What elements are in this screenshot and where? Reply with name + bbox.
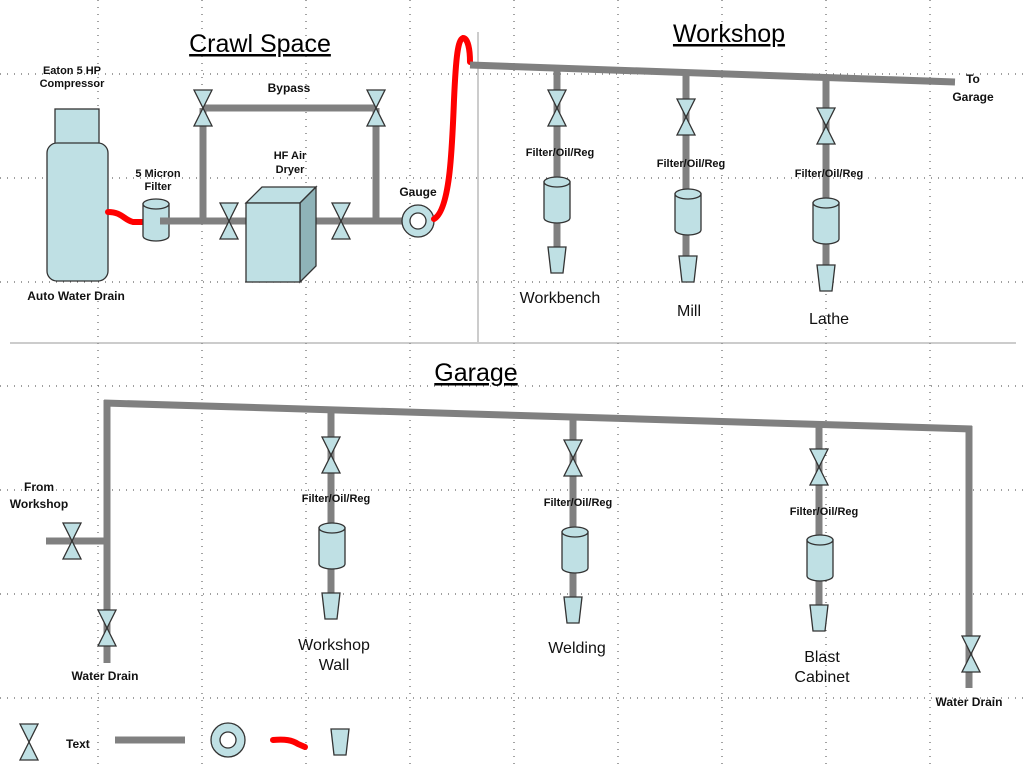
legend-text-sample: Text <box>66 737 90 751</box>
garage-drop: Filter/Oil/Reg Blast Cabinet <box>790 424 858 686</box>
filter-label: 5 Micron <box>135 168 181 180</box>
legend-hose <box>270 736 308 750</box>
workshop-drop: Filter/Oil/Reg Mill <box>657 74 725 320</box>
legend-outlet-icon <box>330 728 350 756</box>
outlet-icon[interactable] <box>547 246 567 274</box>
from-workshop-label-2: Workshop <box>10 497 68 511</box>
filter-regulator-icon <box>318 522 346 570</box>
crawl-space-section: Crawl Space Eaton 5 HP Compressor Auto W… <box>27 30 473 303</box>
legend-gauge-icon <box>210 722 246 758</box>
air-dryer-icon <box>244 185 318 284</box>
from-workshop-label: From <box>24 480 54 494</box>
to-garage-label-2: Garage <box>952 90 994 104</box>
workshop-section: Workshop To Garage Filter/Oil/Reg Workbe… <box>469 20 994 328</box>
bypass-label: Bypass <box>268 81 311 95</box>
garage-section: Garage From Workshop Water Drain Water D… <box>10 359 1003 709</box>
fr-label: Filter/Oil/Reg <box>526 147 594 159</box>
station-label-2: Wall <box>319 657 350 674</box>
garage-drop: Filter/Oil/Reg Workshop Wall <box>298 410 370 674</box>
station-label: Blast <box>804 649 840 666</box>
compressor-icon <box>46 108 109 282</box>
filter-regulator-icon <box>543 176 571 224</box>
water-drain-left-label: Water Drain <box>72 669 139 683</box>
compressor-label-2: Compressor <box>40 78 106 90</box>
filter-regulator-icon <box>674 188 702 236</box>
station-label-2: Cabinet <box>794 669 850 686</box>
crawl-space-title: Crawl Space <box>189 30 331 58</box>
filter-regulator-icon <box>812 197 840 245</box>
outlet-icon[interactable] <box>678 255 698 283</box>
auto-water-drain-label: Auto Water Drain <box>27 289 125 303</box>
water-drain-right-label: Water Drain <box>936 695 1003 709</box>
filter-regulator-icon <box>806 534 834 582</box>
garage-title: Garage <box>434 359 517 387</box>
outlet-icon[interactable] <box>321 592 341 620</box>
drop-valve-icon[interactable] <box>321 436 341 474</box>
gauge-icon <box>401 204 435 238</box>
hose-to-workshop <box>431 34 473 222</box>
drop-valve-icon[interactable] <box>563 439 583 477</box>
drop-valve-icon[interactable] <box>547 89 567 127</box>
fr-label: Filter/Oil/Reg <box>790 506 858 518</box>
dryer-label-2: Dryer <box>276 164 305 176</box>
fr-label: Filter/Oil/Reg <box>544 497 612 509</box>
station-label: Workshop <box>298 637 370 654</box>
workshop-drop: Filter/Oil/Reg Workbench <box>520 69 601 307</box>
compressor-label: Eaton 5 HP <box>43 65 101 77</box>
water-drain-valve-right-icon[interactable] <box>961 635 981 673</box>
station-label: Workbench <box>520 290 601 307</box>
station-label: Mill <box>677 303 701 320</box>
legend-valve-icon <box>19 723 39 761</box>
filter-label-2: Filter <box>145 181 173 193</box>
drop-valve-icon[interactable] <box>816 107 836 145</box>
outlet-icon[interactable] <box>816 264 836 292</box>
garage-drop: Filter/Oil/Reg Welding <box>544 417 612 657</box>
dryer-label: HF Air <box>274 150 307 162</box>
workshop-title: Workshop <box>673 20 785 48</box>
fr-label: Filter/Oil/Reg <box>795 168 863 180</box>
legend: Text <box>19 722 350 761</box>
station-label: Lathe <box>809 311 849 328</box>
outlet-icon[interactable] <box>563 596 583 624</box>
to-garage-label: To <box>966 72 980 86</box>
air-system-diagram: Crawl Space Eaton 5 HP Compressor Auto W… <box>0 0 1024 770</box>
filter-regulator-icon <box>561 526 589 574</box>
gauge-label: Gauge <box>399 185 437 199</box>
station-label: Welding <box>548 640 606 657</box>
water-drain-valve-left-icon[interactable] <box>97 609 117 647</box>
garage-main-pipe <box>103 399 973 433</box>
fr-label: Filter/Oil/Reg <box>302 493 370 505</box>
drop-valve-icon[interactable] <box>809 448 829 486</box>
fr-label: Filter/Oil/Reg <box>657 158 725 170</box>
workshop-drop: Filter/Oil/Reg Lathe <box>795 79 863 328</box>
drop-valve-icon[interactable] <box>676 98 696 136</box>
hose-compressor-filter <box>105 209 146 225</box>
outlet-icon[interactable] <box>809 604 829 632</box>
